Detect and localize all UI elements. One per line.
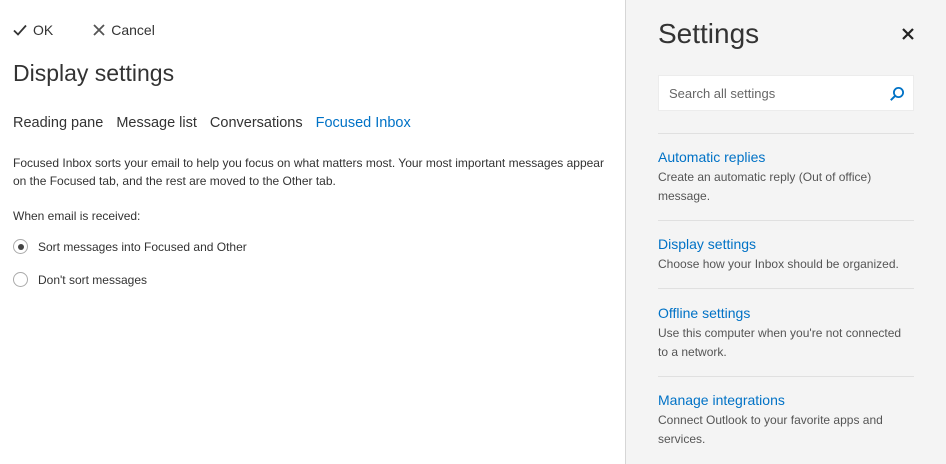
tab-focused-inbox[interactable]: Focused Inbox <box>316 115 411 131</box>
settings-item-description: Choose how your Inbox should be organize… <box>658 257 899 271</box>
settings-item-title: Offline settings <box>658 305 751 321</box>
search-box <box>658 75 914 111</box>
settings-item-manage-integrations[interactable]: Manage integrations Connect Outlook to y… <box>658 392 914 448</box>
divider <box>658 288 914 289</box>
settings-item-offline-settings[interactable]: Offline settings Use this computer when … <box>658 305 914 361</box>
search-icon[interactable] <box>889 86 905 102</box>
ok-button[interactable]: OK <box>13 22 53 38</box>
option-sort-focused-other[interactable]: Sort messages into Focused and Other <box>13 239 247 254</box>
option-label: Don't sort messages <box>38 272 148 287</box>
radio-button[interactable] <box>13 272 28 287</box>
cancel-button[interactable]: Cancel <box>93 22 155 38</box>
option-label: Sort messages into Focused and Other <box>38 239 247 254</box>
tab-conversations[interactable]: Conversations <box>210 115 303 131</box>
settings-item-description: Use this computer when you're not connec… <box>658 326 902 359</box>
tab-reading-pane[interactable]: Reading pane <box>13 115 103 131</box>
divider <box>658 376 914 377</box>
divider <box>658 133 914 134</box>
settings-item-description: Connect Outlook to your favorite apps an… <box>658 413 883 446</box>
x-icon <box>93 24 105 36</box>
toolbar: OK Cancel <box>13 22 195 38</box>
option-dont-sort[interactable]: Don't sort messages <box>13 272 147 287</box>
main-content: OK Cancel Display settings Reading pane … <box>0 0 625 464</box>
settings-item-title: Display settings <box>658 236 757 252</box>
settings-item-automatic-replies[interactable]: Automatic replies Create an automatic re… <box>658 149 914 205</box>
radio-button-selected[interactable] <box>13 239 28 254</box>
checkmark-icon <box>13 24 27 36</box>
settings-item-title: Manage integrations <box>658 392 785 408</box>
ok-label: OK <box>33 22 54 38</box>
search-input[interactable] <box>659 76 879 110</box>
settings-item-description: Create an automatic reply (Out of office… <box>658 170 872 203</box>
divider <box>658 220 914 221</box>
focused-inbox-description: Focused Inbox sorts your email to help y… <box>13 156 604 188</box>
settings-panel: Settings Automatic replies Create an aut… <box>625 0 946 464</box>
cancel-label: Cancel <box>111 22 155 38</box>
settings-item-title: Automatic replies <box>658 149 766 165</box>
settings-item-display-settings[interactable]: Display settings Choose how your Inbox s… <box>658 236 914 274</box>
when-email-received-label: When email is received: <box>13 209 141 223</box>
settings-title: Settings <box>658 18 760 49</box>
page-title: Display settings <box>13 60 175 86</box>
tab-message-list[interactable]: Message list <box>116 115 197 131</box>
close-icon[interactable] <box>901 27 915 41</box>
tab-bar: Reading pane Message list Conversations … <box>13 115 424 131</box>
